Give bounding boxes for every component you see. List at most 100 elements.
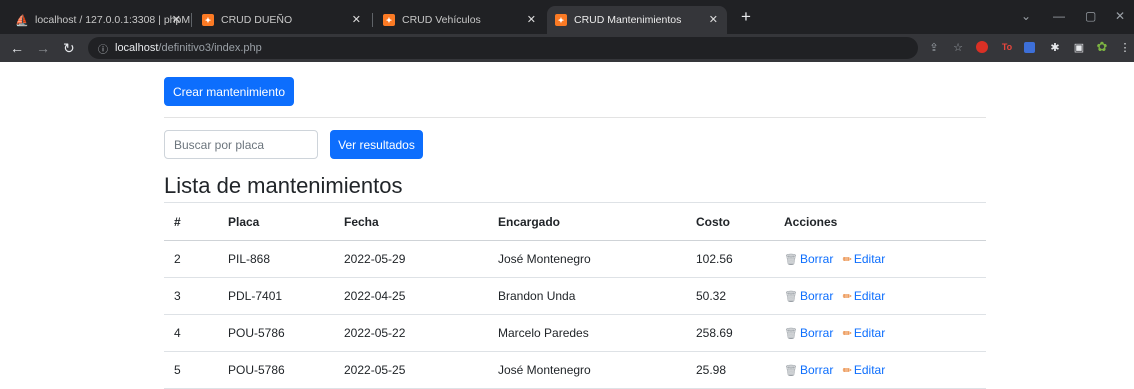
share-icon[interactable]: ⇪ — [927, 40, 941, 54]
browser-tab-bar: ⛵ localhost / 127.0.0.1:3308 | phpMyA ✕ … — [0, 0, 1134, 34]
cell-id: 5 — [164, 351, 218, 389]
cell-id: 2 — [164, 240, 218, 278]
reload-icon[interactable]: ↻ — [63, 39, 75, 57]
tab-crud-vehiculos[interactable]: ✦ CRUD Vehículos ✕ — [375, 6, 545, 34]
create-maintenance-button[interactable]: Crear mantenimiento — [164, 77, 294, 106]
cell-cost: 25.98 — [686, 351, 774, 389]
puzzle-icon[interactable]: ✱ — [1048, 40, 1062, 54]
edit-label: Editar — [853, 289, 886, 303]
tab-title: CRUD Vehículos — [402, 14, 481, 26]
delete-label: Borrar — [799, 289, 834, 303]
search-plate-input[interactable] — [164, 130, 318, 159]
tab-phpmyadmin[interactable]: ⛵ localhost / 127.0.0.1:3308 | phpMyA ✕ — [8, 6, 190, 34]
avatar[interactable]: ✿ — [1095, 39, 1109, 54]
table-row: 2 PIL-868 2022-05-29 José Montenegro 102… — [164, 240, 986, 278]
browser-toolbar: ← → ↻ ⓘ localhost /definitivo3/index.php… — [0, 34, 1134, 62]
edit-link[interactable]: ✏ Editar — [843, 289, 886, 303]
close-icon[interactable]: ✕ — [709, 13, 718, 26]
delete-label: Borrar — [799, 326, 834, 340]
cell-id: 4 — [164, 314, 218, 352]
maintenance-table: # Placa Fecha Encargado Costo Acciones 2… — [164, 202, 986, 389]
xampp-icon: ✦ — [202, 14, 214, 26]
trash-icon: 🗑 — [784, 254, 798, 266]
more-menu-icon[interactable]: ⋮ — [1118, 40, 1132, 54]
cell-actions: 🗑 Borrar ✏ Editar — [774, 351, 986, 389]
tab-crud-mantenimientos[interactable]: ✦ CRUD Mantenimientos ✕ — [547, 6, 727, 34]
pencil-icon: ✏ — [842, 254, 852, 266]
close-icon[interactable]: ✕ — [527, 13, 536, 26]
delete-link[interactable]: 🗑 Borrar — [784, 326, 833, 340]
cell-plate: PDL-7401 — [218, 277, 334, 315]
page-content: Crear mantenimiento Ver resultados Lista… — [0, 62, 1134, 389]
cell-plate: POU-5786 — [218, 314, 334, 352]
cell-date: 2022-05-22 — [334, 314, 488, 352]
tab-title: localhost / 127.0.0.1:3308 | phpMyA — [35, 14, 190, 26]
delete-label: Borrar — [799, 363, 834, 377]
maximize-icon[interactable]: ▢ — [1085, 9, 1096, 23]
back-arrow-icon[interactable]: ← — [10, 39, 24, 57]
forward-arrow-icon[interactable]: → — [36, 39, 50, 57]
cell-cost: 102.56 — [686, 240, 774, 278]
column-header-cost: Costo — [686, 202, 774, 241]
edit-link[interactable]: ✏ Editar — [843, 252, 886, 266]
url-host: localhost — [115, 42, 159, 54]
cell-actions: 🗑 Borrar ✏ Editar — [774, 277, 986, 315]
table-row: 3 PDL-7401 2022-04-25 Brandon Unda 50.32… — [164, 277, 986, 315]
delete-link[interactable]: 🗑 Borrar — [784, 363, 833, 377]
delete-link[interactable]: 🗑 Borrar — [784, 289, 833, 303]
cell-plate: POU-5786 — [218, 351, 334, 389]
edit-link[interactable]: ✏ Editar — [843, 326, 886, 340]
cell-manager: Marcelo Paredes — [488, 314, 686, 352]
cell-id: 3 — [164, 277, 218, 315]
delete-link[interactable]: 🗑 Borrar — [784, 252, 833, 266]
address-bar[interactable]: ⓘ localhost /definitivo3/index.php — [88, 37, 918, 59]
edit-label: Editar — [853, 363, 886, 377]
side-panel-icon[interactable]: ▣ — [1072, 40, 1086, 54]
pencil-icon: ✏ — [842, 328, 852, 340]
pencil-icon: ✏ — [842, 365, 852, 377]
tab-title: CRUD DUEÑO — [221, 14, 293, 26]
column-header-manager: Encargado — [488, 202, 686, 241]
cell-cost: 50.32 — [686, 277, 774, 315]
xampp-icon: ✦ — [555, 14, 567, 26]
xampp-icon: ✦ — [383, 14, 395, 26]
edit-label: Editar — [853, 326, 886, 340]
view-results-button[interactable]: Ver resultados — [330, 130, 423, 159]
cell-actions: 🗑 Borrar ✏ Editar — [774, 314, 986, 352]
cell-actions: 🗑 Borrar ✏ Editar — [774, 240, 986, 278]
edit-label: Editar — [853, 252, 886, 266]
trash-icon: 🗑 — [784, 365, 798, 377]
pencil-icon: ✏ — [842, 291, 852, 303]
trash-icon: 🗑 — [784, 291, 798, 303]
cell-manager: José Montenegro — [488, 240, 686, 278]
tab-title: CRUD Mantenimientos — [574, 14, 682, 26]
phpmyadmin-icon: ⛵ — [15, 14, 29, 27]
cell-cost: 258.69 — [686, 314, 774, 352]
table-row: 5 POU-5786 2022-05-25 José Montenegro 25… — [164, 351, 986, 389]
new-tab-icon[interactable]: + — [741, 8, 751, 26]
column-header-number: # — [164, 202, 218, 241]
close-icon[interactable]: ✕ — [352, 13, 361, 26]
url-path: /definitivo3/index.php — [158, 42, 262, 54]
info-icon[interactable]: ⓘ — [98, 41, 108, 56]
extension-icon[interactable] — [1024, 42, 1035, 53]
chevron-down-icon[interactable]: ⌄ — [1021, 9, 1031, 23]
table-header-row: # Placa Fecha Encargado Costo Acciones — [164, 202, 986, 241]
cell-date: 2022-05-29 — [334, 240, 488, 278]
edit-link[interactable]: ✏ Editar — [843, 363, 886, 377]
minimize-icon[interactable]: — — [1053, 9, 1065, 23]
column-header-date: Fecha — [334, 202, 488, 241]
table-row: 4 POU-5786 2022-05-22 Marcelo Paredes 25… — [164, 314, 986, 352]
tab-crud-dueno[interactable]: ✦ CRUD DUEÑO ✕ — [194, 6, 370, 34]
delete-label: Borrar — [799, 252, 834, 266]
close-icon[interactable]: ✕ — [172, 13, 181, 26]
page-title: Lista de mantenimientos — [164, 173, 403, 198]
close-window-icon[interactable]: ✕ — [1115, 9, 1125, 23]
extension-icon[interactable] — [976, 41, 988, 53]
cell-manager: José Montenegro — [488, 351, 686, 389]
cell-manager: Brandon Unda — [488, 277, 686, 315]
extension-icon[interactable]: To — [1000, 40, 1014, 54]
star-icon[interactable]: ☆ — [951, 40, 965, 54]
column-header-actions: Acciones — [774, 202, 986, 241]
divider — [164, 117, 986, 118]
